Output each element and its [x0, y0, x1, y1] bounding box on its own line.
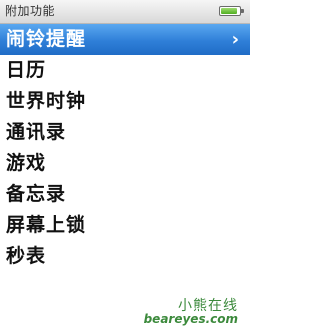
menu-item-memo[interactable]: 备忘录 — [0, 179, 250, 210]
menu-item-label: 秒表 — [6, 245, 47, 267]
watermark-logo: 小熊在线 beareyes.com — [124, 295, 244, 331]
watermark-en: beareyes.com — [143, 312, 238, 326]
menu-item-label: 游戏 — [6, 152, 47, 174]
battery-tip — [241, 9, 244, 13]
menu-item-games[interactable]: 游戏 — [0, 148, 250, 179]
menu-item-label: 日历 — [6, 59, 47, 81]
menu-item-calendar[interactable]: 日历 — [0, 55, 250, 86]
menu-item-stopwatch[interactable]: 秒表 — [0, 241, 250, 272]
status-title: 附加功能 — [5, 4, 56, 18]
menu-item-label: 通讯录 — [6, 121, 67, 143]
menu-item-label: 世界时钟 — [6, 90, 87, 112]
menu-item-label: 屏幕上锁 — [6, 214, 87, 236]
chevron-right-icon: › — [231, 29, 240, 50]
menu-item-alarm[interactable]: 闹铃提醒 › — [0, 24, 250, 55]
menu-item-label: 备忘录 — [6, 183, 67, 205]
battery-icon — [219, 6, 244, 16]
status-bar: 附加功能 — [0, 0, 250, 24]
battery-level — [221, 8, 237, 14]
menu-item-world-clock[interactable]: 世界时钟 — [0, 86, 250, 117]
menu-item-screen-lock[interactable]: 屏幕上锁 — [0, 210, 250, 241]
menu-item-contacts[interactable]: 通讯录 — [0, 117, 250, 148]
menu-list: 闹铃提醒 › 日历 世界时钟 通讯录 游戏 备忘录 屏幕上锁 秒表 — [0, 24, 250, 272]
menu-item-label: 闹铃提醒 — [6, 28, 87, 50]
